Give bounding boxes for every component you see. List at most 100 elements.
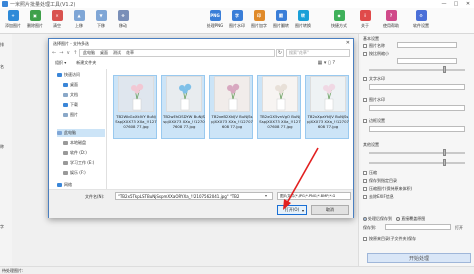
compress-checkbox[interactable] — [363, 187, 367, 191]
quality-option[interactable]: 压缩 — [363, 170, 377, 176]
sidebar-item-label: 图片 — [70, 112, 78, 117]
file-name: TB2WbGxXkIVY BuNjSspjXXX73 XXa_!!1270760… — [115, 114, 157, 129]
back-arrow-icon[interactable]: ← — [52, 50, 56, 56]
toolbar-button[interactable]: 翻图片翻转 — [270, 10, 292, 29]
toolbar-button[interactable]: ⚙ 软件设置 — [410, 10, 432, 29]
resize-slider-handle[interactable] — [443, 66, 446, 73]
border-option[interactable]: 边框设置 — [363, 118, 385, 124]
close-button[interactable]: ✕ — [462, 0, 474, 8]
rename-checkbox[interactable] — [363, 44, 367, 48]
text-watermark-label: 文字水印 — [369, 76, 385, 81]
start-processing-button[interactable]: 开始处理 — [367, 253, 471, 263]
save-folder-checkbox[interactable] — [363, 179, 367, 183]
border-label: 边框设置 — [369, 118, 385, 123]
up-arrow-icon[interactable]: ↑ — [73, 50, 77, 56]
breadcrumb[interactable]: 此电脑 桌面 测试 花草 — [79, 49, 275, 57]
breadcrumb-item[interactable]: 此电脑 — [83, 50, 95, 56]
overwrite-radio[interactable] — [396, 217, 401, 221]
history-dropdown-icon[interactable]: ∨ — [66, 50, 70, 56]
border-checkbox[interactable] — [363, 119, 367, 123]
toolbar-button[interactable]: 字图片水印 — [226, 10, 248, 29]
exif-checkbox[interactable] — [363, 195, 367, 199]
toolbar-button-label: 图片加字 — [251, 23, 267, 28]
toolbar-button[interactable]: ▲ 上移 — [68, 10, 90, 29]
sidebar-item-label: 桌面 — [70, 82, 78, 87]
file-tile[interactable]: TB2WbGxXkIVY BuNjSspjXXX73 XXa_!!1270760… — [113, 75, 157, 139]
sidebar-item[interactable]: 下载 — [57, 101, 105, 109]
dialog-navigation-bar: ← → ∨ ↑ 此电脑 桌面 测试 花草 ↻ 搜索"花草" — [49, 48, 353, 58]
file-tile[interactable]: TB2wEhDSDYW BuNjSspjXXX73 XXa_!!12707608… — [161, 75, 205, 139]
toolbar-button[interactable]: PNG 处理PNG — [204, 10, 226, 29]
resize-checkbox[interactable] — [363, 52, 367, 56]
compress-slider-handle[interactable] — [443, 159, 446, 166]
text-watermark-option[interactable]: 文字水印 — [363, 76, 385, 82]
sidebar-item[interactable]: 软件 (D:) — [57, 149, 105, 157]
resize-option[interactable]: 按比例缩小 — [363, 51, 389, 57]
exif-option[interactable]: 去除EXIF信息 — [363, 194, 394, 200]
compress-option[interactable]: 压缩图片(保持原来体积) — [363, 186, 412, 192]
compress-slider[interactable] — [369, 162, 465, 164]
open-split-dropdown[interactable]: ▾ — [299, 205, 307, 215]
toolbar-button[interactable]: ▣ 删除图片 — [24, 10, 46, 29]
sidebar-item[interactable]: 快速访问 — [57, 71, 105, 79]
sidebar-item[interactable]: 娱乐 (F:) — [57, 169, 105, 177]
filetype-select[interactable]: 图片文件(*.JPG;*.PNG;*.BMP;*.G — [277, 192, 351, 200]
minimize-button[interactable]: — — [438, 0, 450, 8]
keep-dir-option[interactable]: 按原来目录(子文件夹)保存 — [363, 236, 416, 242]
forward-arrow-icon[interactable]: → — [59, 50, 63, 56]
border-field[interactable] — [369, 126, 465, 132]
maximize-button[interactable]: □ — [450, 0, 462, 8]
breadcrumb-item[interactable]: 测试 — [113, 50, 121, 56]
rename-field[interactable] — [397, 42, 457, 48]
quality-slider[interactable] — [369, 152, 465, 154]
keep-dir-checkbox[interactable] — [363, 237, 367, 241]
toolbar-button[interactable]: 印图片加字 — [248, 10, 270, 29]
toolbar-button[interactable]: ◆ 快捷方式 — [328, 10, 350, 29]
refresh-icon[interactable]: ↻ — [276, 49, 284, 57]
sidebar-item[interactable]: 此电脑 — [57, 129, 105, 137]
sidebar-item[interactable]: 桌面 — [57, 81, 105, 89]
sidebar-item[interactable]: 本地磁盘 — [57, 139, 105, 147]
toolbar-button[interactable]: ? 使用帮助 — [380, 10, 402, 29]
image-watermark-field[interactable] — [369, 105, 465, 111]
search-input[interactable]: 搜索"花草" — [286, 49, 350, 57]
dialog-command-bar: 组织 ▾ 新建文件夹 ▦ ▾ ▯ ? — [49, 59, 353, 67]
text-watermark-checkbox[interactable] — [363, 77, 367, 81]
dialog-title: 选择图片 - 支持多选 — [53, 40, 89, 46]
sidebar-item[interactable]: 文档 — [57, 91, 105, 99]
file-tile[interactable]: TB2xeB2XkIJV BuNjSspjXXX73 XXa_!!1270760… — [209, 75, 253, 139]
sidebar-item[interactable]: 网络 — [57, 181, 105, 189]
save-to-radio[interactable] — [363, 217, 367, 221]
text-watermark-field[interactable] — [369, 84, 465, 90]
cancel-button[interactable]: 取消 — [311, 205, 349, 215]
chevron-down-icon[interactable]: ▾ — [265, 193, 267, 198]
rename-option[interactable]: 图片名称 — [363, 43, 385, 49]
open-folder-button[interactable]: 打开 — [455, 225, 463, 231]
file-tile[interactable]: TB2xGX5vnVgO BuNjSspjXXX73 XXa_!!1270760… — [257, 75, 301, 139]
resize-slider[interactable] — [369, 69, 465, 71]
sidebar-item[interactable]: 图片 — [57, 111, 105, 119]
sidebar-item[interactable]: 学习工作 (E:) — [57, 159, 105, 167]
toolbar-button[interactable]: ✕ 清空 — [46, 10, 68, 29]
save-folder-option[interactable]: 保存到指定目录 — [363, 178, 397, 184]
toolbar-button[interactable]: ✥ 移动 — [112, 10, 134, 29]
breadcrumb-item[interactable]: 桌面 — [100, 50, 108, 56]
filename-field[interactable]: "TB2x5TkpLSTBuNjSspmXXaORYXa_!!210756204… — [115, 192, 273, 200]
toolbar-button[interactable]: 转图片转换 — [292, 10, 314, 29]
toolbar-button[interactable]: i 关于 — [354, 10, 376, 29]
file-tile[interactable]: TB2xXpaYkIJV BuNjSspjXXX73 XXa_!!1270760… — [305, 75, 349, 139]
toolbar-button-icon: ▲ — [73, 10, 85, 21]
view-options-icon[interactable]: ▦ ▾ ▯ ? — [318, 60, 335, 66]
image-watermark-option[interactable]: 图片水印 — [363, 97, 385, 103]
dialog-close-button[interactable]: ✕ — [346, 40, 350, 46]
organize-menu[interactable]: 组织 ▾ — [55, 60, 66, 66]
width-field[interactable] — [397, 58, 457, 64]
toolbar-button[interactable]: ▼ 下移 — [90, 10, 112, 29]
image-watermark-checkbox[interactable] — [363, 98, 367, 102]
new-folder-button[interactable]: 新建文件夹 — [76, 60, 96, 66]
quality-slider-handle[interactable] — [443, 149, 446, 156]
save-path-field[interactable] — [385, 224, 451, 230]
quality-checkbox[interactable] — [363, 171, 367, 175]
breadcrumb-item[interactable]: 花草 — [126, 50, 134, 56]
toolbar-button[interactable]: + 添加图片 — [2, 10, 24, 29]
